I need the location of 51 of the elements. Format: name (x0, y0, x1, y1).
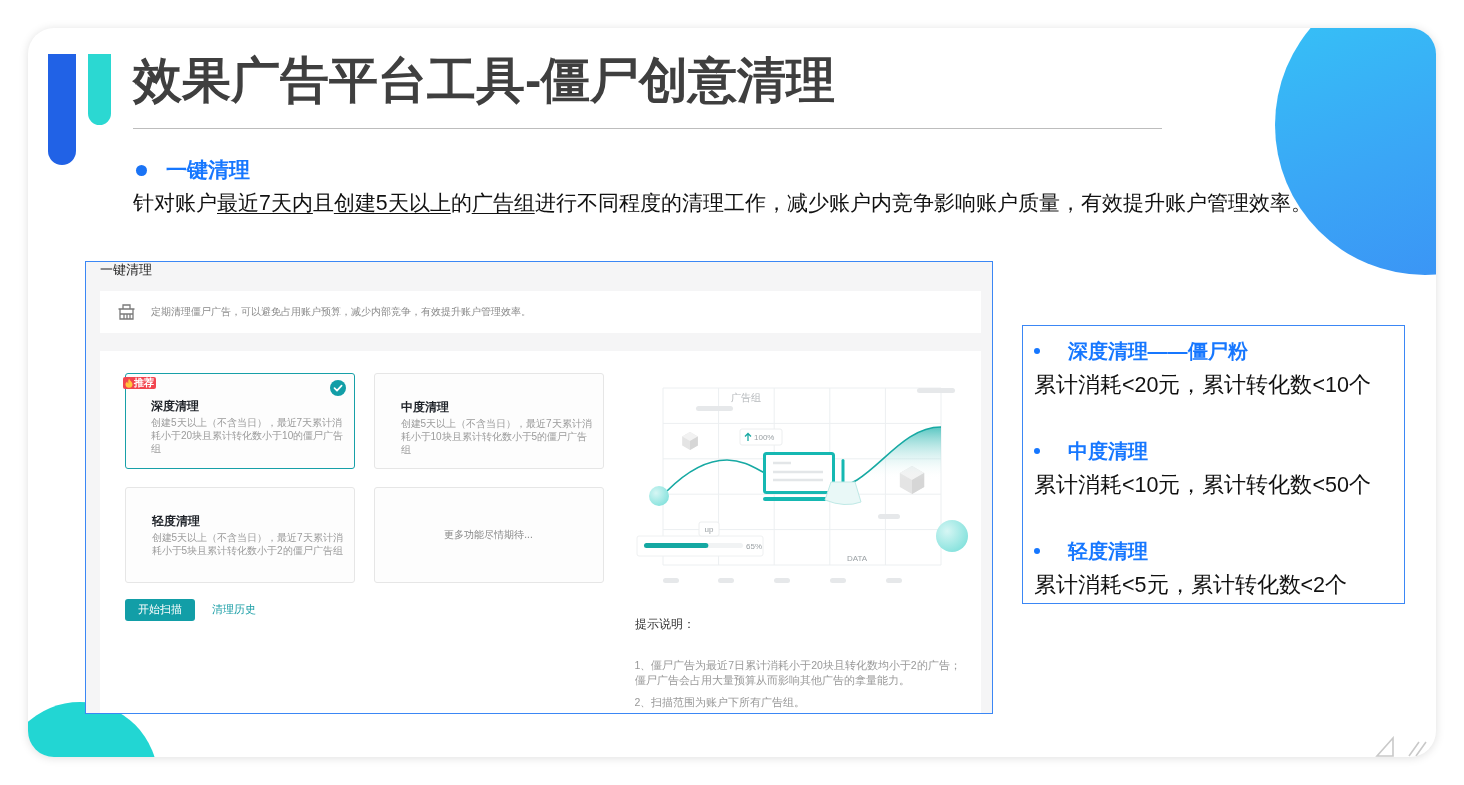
option-title: 中度清理 (400, 398, 450, 415)
bullet-icon (1034, 447, 1040, 454)
option-title: 轻度清理 (151, 512, 201, 529)
intro-text: 针对账户最近7天内且创建5天以上的广告组进行不同程度的清理工作，减少账户内竞争影响账户质量，有效提升账户管理效率。 (133, 190, 1312, 217)
progress-reading: 65% (745, 541, 762, 551)
tip-text: 2、扫描范围为账户下所有广告组。 (634, 694, 807, 710)
level-title: 轻度清理 (1067, 538, 1148, 564)
bullet-icon (136, 164, 147, 176)
panel-title: 一键清理 (99, 262, 153, 278)
placeholder-bar (695, 405, 733, 411)
cleanup-option-card[interactable]: 中度清理 创建5天以上（不含当日），最近7天累计消耗小于10块且累计转化数小于5的僵尸广告组 (373, 372, 604, 469)
broom-icon (824, 458, 861, 505)
up-label: up (704, 524, 713, 534)
arrow-up-icon (743, 432, 752, 442)
laptop-icon (762, 451, 835, 501)
check-icon (329, 379, 346, 396)
placeholder-bar (877, 513, 900, 519)
bubble-icon (648, 485, 669, 506)
flame-icon (124, 377, 133, 388)
coming-soon-text: 更多功能尽情期待... (444, 527, 533, 542)
level-criteria: 累计消耗<5元，累计转化数<2个 (1034, 571, 1349, 599)
option-title: 深度清理 (151, 398, 200, 414)
growth-value: 100% (753, 432, 774, 442)
placeholder-bar (717, 577, 734, 583)
placeholder-bar (829, 577, 846, 583)
section-heading: 一键清理 (166, 157, 250, 183)
cleanup-option-card[interactable]: 推荐 深度清理 创建5天以上（不含当日），最近7天累计消耗小于20块且累计转化数小于10的僵尸广告组 (124, 372, 355, 469)
bubble-icon (935, 519, 968, 552)
level-criteria: 累计消耗<10元，累计转化数<50个 (1034, 471, 1372, 499)
bullet-icon (1034, 347, 1040, 354)
placeholder-bar (773, 577, 790, 583)
basket-icon (116, 303, 136, 320)
accent-bar (88, 54, 111, 125)
tip-text: 1、僵尸广告为最近7日累计消耗小于20块且转化数均小于2的广告；僵尸广告会占用大量预算从而影响其他广告的拿量能力。 (634, 657, 962, 688)
slide-title: 效果广告平台工具-僵尸创意清理 (133, 54, 837, 106)
option-description: 创建5天以上（不含当日），最近7天累计消耗小于20块且累计转化数小于10的僵尸广告组 (151, 416, 344, 455)
cube-icon (681, 431, 698, 450)
placeholder-bar (885, 577, 902, 583)
cleanup-option-card[interactable]: 轻度清理 创建5天以上（不含当日），最近7天累计消耗小于5块且累计转化数小于2的僵尸广告组 (124, 486, 355, 583)
column-label: 广告组 (730, 391, 761, 403)
option-description: 创建5天以上（不含当日），最近7天累计消耗小于10块且累计转化数小于5的僵尸广告组 (400, 416, 593, 456)
level-title: 中度清理 (1067, 438, 1148, 464)
option-description: 创建5天以上（不含当日），最近7天累计消耗小于5块且累计转化数小于2的僵尸广告组 (151, 530, 344, 557)
tips-title: 提示说明： (634, 615, 696, 632)
axis-label: DATA (846, 553, 867, 563)
bullet-icon (1034, 547, 1040, 554)
level-criteria: 累计消耗<20元，累计转化数<10个 (1034, 371, 1372, 399)
recommend-label: 推荐 (133, 376, 154, 389)
notice-text: 定期清理僵尸广告，可以避免占用账户预算，减少内部竞争，有效提升账户管理效率。 (150, 304, 531, 319)
level-title: 深度清理——僵尸粉 (1067, 338, 1248, 364)
placeholder-bar (662, 577, 679, 583)
